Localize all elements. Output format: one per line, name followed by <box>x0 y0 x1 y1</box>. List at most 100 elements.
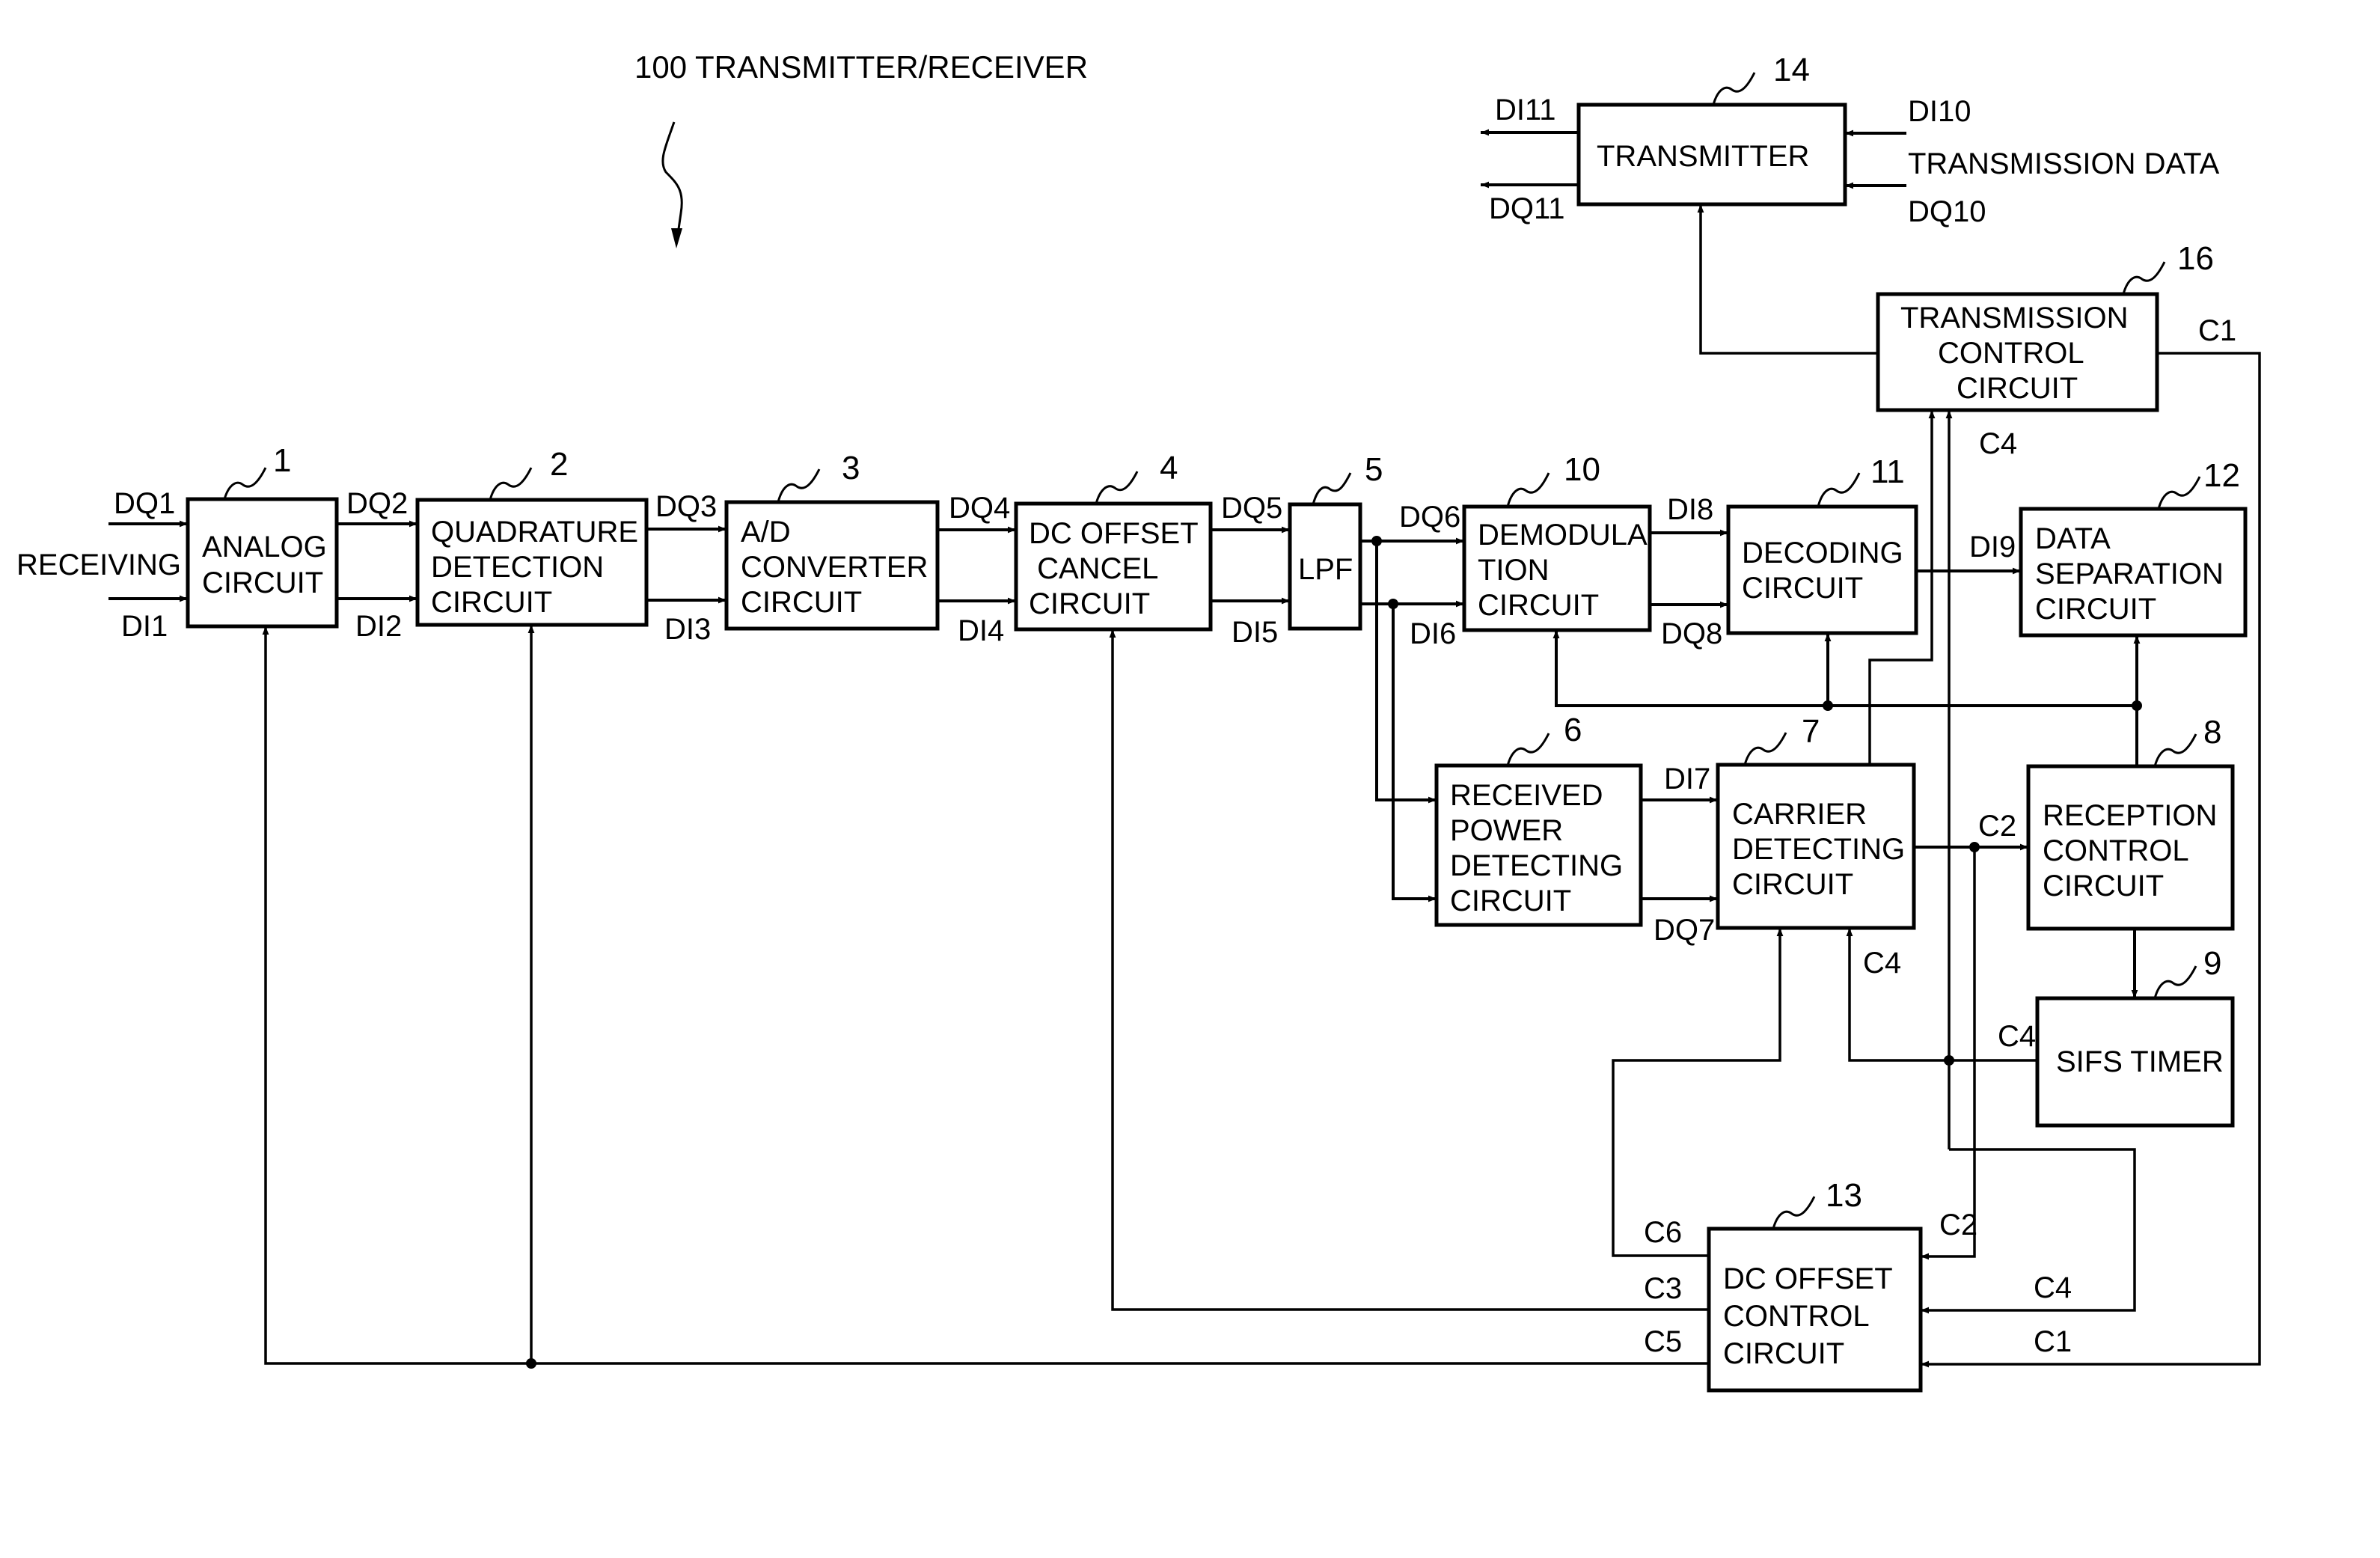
svg-text:CARRIER: CARRIER <box>1732 798 1867 831</box>
signal-label: DQ5 <box>1221 492 1282 525</box>
signal-label: C5 <box>1644 1325 1682 1358</box>
svg-text:CIRCUIT: CIRCUIT <box>1478 589 1599 622</box>
signal-label: C3 <box>1644 1272 1682 1305</box>
diagram-title: 100 TRANSMITTER/RECEIVER <box>634 49 1088 85</box>
svg-text:CANCEL: CANCEL <box>1029 552 1158 585</box>
ref-number: 16 <box>2177 240 2214 277</box>
signal-label: DI4 <box>958 614 1004 647</box>
signal-label: C4 <box>2034 1271 2072 1304</box>
block-reception-control: RECEPTION CONTROL CIRCUIT 8 <box>2026 714 2235 931</box>
signal-label: DI2 <box>355 610 402 643</box>
svg-text:CONTROL: CONTROL <box>1938 337 2084 370</box>
signal-label: DI9 <box>1969 531 2016 563</box>
ref-number: 10 <box>1564 451 1600 488</box>
svg-text:A/D: A/D <box>741 516 791 549</box>
svg-text:DETECTION: DETECTION <box>431 551 604 584</box>
signal-label: C4 <box>1998 1020 2036 1053</box>
signal-label: DQ11 <box>1489 192 1565 225</box>
svg-text:DC OFFSET: DC OFFSET <box>1029 517 1199 550</box>
svg-text:TRANSMISSION: TRANSMISSION <box>1900 302 2128 334</box>
signal-label: DQ8 <box>1661 617 1722 650</box>
signal-label: C4 <box>1863 947 1901 980</box>
signal-label: C2 <box>1939 1209 1977 1241</box>
svg-text:DETECTING: DETECTING <box>1450 849 1623 882</box>
block-quadrature-detection: QUADRATURE DETECTION CIRCUIT 2 <box>415 446 649 627</box>
svg-text:CIRCUIT: CIRCUIT <box>1732 868 1853 901</box>
signal-label: DI6 <box>1410 617 1456 650</box>
block-ad-converter: A/D CONVERTER CIRCUIT 3 <box>724 450 940 631</box>
block-received-power-detecting: RECEIVED POWER DETECTING CIRCUIT 6 <box>1434 712 1643 927</box>
svg-text:SIFS TIMER: SIFS TIMER <box>2056 1045 2224 1078</box>
svg-text:CIRCUIT: CIRCUIT <box>1957 372 2078 405</box>
ref-number: 13 <box>1826 1177 1862 1214</box>
svg-text:RECEIVED: RECEIVED <box>1450 779 1603 812</box>
ref-number: 14 <box>1773 52 1810 88</box>
signal-label: C6 <box>1644 1216 1682 1249</box>
svg-text:TRANSMITTER: TRANSMITTER <box>1597 140 1809 173</box>
signal-label: C2 <box>1978 810 2016 843</box>
block-transmission-control: TRANSMISSION CONTROL CIRCUIT 16 <box>1876 240 2214 412</box>
svg-text:CIRCUIT: CIRCUIT <box>1450 885 1571 917</box>
block-data-separation: DATA SEPARATION CIRCUIT 12 <box>2019 457 2248 638</box>
ref-number: 6 <box>1564 712 1582 748</box>
signal-label: DQ7 <box>1654 914 1715 947</box>
svg-text:CIRCUIT: CIRCUIT <box>2043 870 2164 902</box>
svg-text:CONVERTER: CONVERTER <box>741 551 928 584</box>
block-transmitter: TRANSMITTER 14 <box>1576 52 1847 207</box>
ref-number: 9 <box>2203 945 2221 982</box>
ref-number: 11 <box>1870 453 1905 490</box>
ref-number: 7 <box>1802 713 1820 750</box>
block-demodulation: DEMODULA TION CIRCUIT 10 <box>1462 451 1652 632</box>
svg-text:CIRCUIT: CIRCUIT <box>1742 572 1863 605</box>
ref-number: 3 <box>842 450 860 486</box>
svg-text:CIRCUIT: CIRCUIT <box>431 586 552 619</box>
signal-label: C1 <box>2198 314 2236 347</box>
signal-label: DQ4 <box>949 492 1010 525</box>
title-leader <box>661 121 683 240</box>
ref-number: 2 <box>550 446 568 483</box>
ref-number: 1 <box>273 442 291 479</box>
signal-label: DI1 <box>121 610 168 643</box>
ref-number: 5 <box>1365 451 1383 488</box>
signal-label: DQ2 <box>346 487 408 520</box>
signal-label: C1 <box>2034 1325 2072 1358</box>
svg-text:DEMODULA: DEMODULA <box>1478 519 1648 552</box>
block-dc-offset-control: DC OFFSET CONTROL CIRCUIT 13 <box>1707 1177 1923 1393</box>
ref-number: 8 <box>2203 714 2221 751</box>
signal-label: DI7 <box>1664 763 1710 795</box>
svg-text:CIRCUIT: CIRCUIT <box>2035 593 2156 626</box>
title-arrow-icon <box>671 228 682 248</box>
svg-text:QUADRATURE: QUADRATURE <box>431 516 638 549</box>
svg-text:TION: TION <box>1478 554 1550 587</box>
ref-number: 4 <box>1160 450 1178 486</box>
svg-text:POWER: POWER <box>1450 814 1563 847</box>
signal-label: DQ10 <box>1908 195 1986 228</box>
receiving-label: RECEIVING <box>16 549 181 581</box>
svg-text:DECODING: DECODING <box>1742 537 1903 569</box>
block-dc-offset-cancel: DC OFFSET CANCEL CIRCUIT 4 <box>1014 450 1213 632</box>
svg-text:RECEPTION: RECEPTION <box>2043 799 2217 832</box>
block-diagram: 100 TRANSMITTER/RECEIVER ANALOG CIRCUIT … <box>16 49 2261 1393</box>
transmission-data-label: TRANSMISSION DATA <box>1908 147 2220 180</box>
svg-text:CIRCUIT: CIRCUIT <box>1029 587 1150 620</box>
signal-labels: RECEIVING DQ1 DI1 DQ2 DI2 DQ3 DI3 DQ4 DI… <box>16 94 2236 1358</box>
svg-text:DATA: DATA <box>2035 522 2111 555</box>
svg-text:CIRCUIT: CIRCUIT <box>202 566 323 599</box>
svg-text:CONTROL: CONTROL <box>1723 1300 1870 1333</box>
svg-text:DETECTING: DETECTING <box>1732 833 1905 866</box>
block-decoding: DECODING CIRCUIT 11 <box>1726 453 1918 635</box>
signal-label: C4 <box>1979 427 2017 460</box>
svg-text:DC OFFSET: DC OFFSET <box>1723 1262 1893 1295</box>
signal-label: DQ6 <box>1399 501 1460 534</box>
svg-text:SEPARATION: SEPARATION <box>2035 557 2224 590</box>
signal-label: DI3 <box>664 613 711 646</box>
signal-label: DQ1 <box>114 487 175 520</box>
svg-text:CIRCUIT: CIRCUIT <box>741 586 862 619</box>
svg-text:CIRCUIT: CIRCUIT <box>1723 1337 1844 1370</box>
svg-text:ANALOG: ANALOG <box>202 531 327 563</box>
svg-text:LPF: LPF <box>1298 553 1353 586</box>
signal-label: DI5 <box>1232 616 1278 649</box>
signal-label: DI11 <box>1495 94 1556 126</box>
block-analog-circuit: ANALOG CIRCUIT 1 <box>186 442 339 629</box>
signal-label: DQ3 <box>655 490 717 523</box>
